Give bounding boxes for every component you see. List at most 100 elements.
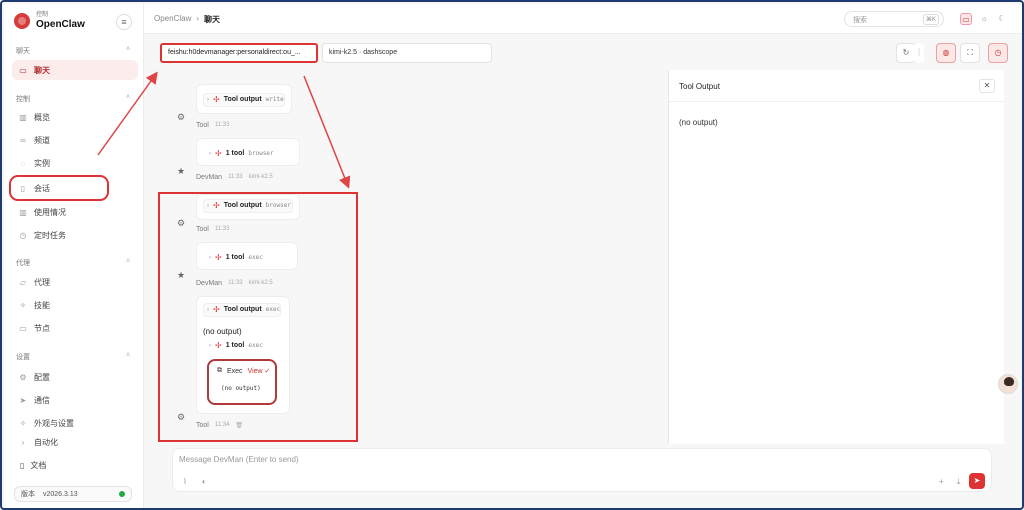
send-button[interactable]: ➤ — [969, 473, 985, 489]
chevron-up-icon[interactable]: ˄ — [126, 352, 130, 359]
search-placeholder: 搜索 — [853, 17, 867, 24]
history-button[interactable]: ◷ — [988, 43, 1008, 63]
message-time: 11:33 — [228, 174, 243, 180]
sparkle-icon: ✢ — [213, 95, 220, 104]
download-icon[interactable]: ⤓ — [957, 477, 961, 487]
sidebar-item-nodes[interactable]: ▭ 节点 — [12, 318, 138, 338]
close-button[interactable]: ✕ — [979, 79, 995, 93]
sidebar-item-label: 技能 — [34, 300, 50, 310]
brand-name: OpenClaw — [36, 19, 85, 30]
brand-subtitle: 控制 — [36, 12, 49, 18]
app-window: 控制 OpenClaw ≡ 聊天 ˄ ▭ 聊天 控制 ˄ ▥ 概览 ∞ 频道 ◌… — [0, 0, 1024, 510]
send-icon: ➤ — [973, 476, 981, 485]
section-label-control: 控制 — [16, 96, 30, 103]
sidebar-item-label: 频道 — [34, 135, 50, 145]
thinking-toggle-button[interactable]: ◍ — [936, 43, 956, 63]
sender-name: DevMan — [196, 174, 223, 181]
tool-call-label: 1 tool — [225, 150, 245, 157]
sun-icon[interactable]: ☼ — [978, 13, 990, 25]
microphone-icon[interactable]: ◖ — [201, 477, 206, 486]
link-icon: ∞ — [20, 135, 26, 145]
signal-icon: ◌ — [20, 158, 26, 168]
focus-icon: ⛶ — [967, 48, 973, 57]
sidebar-item-appearance[interactable]: ✧ 外观与设置 — [12, 413, 138, 433]
composer: ⌇ ◖ + ⤓ ➤ — [172, 448, 992, 492]
tool-arg: write — [265, 96, 284, 103]
chevron-up-icon[interactable]: ˄ — [126, 94, 130, 101]
folder-icon: ▱ — [19, 277, 27, 287]
sidebar-item-agents[interactable]: ▱ 代理 — [12, 272, 138, 292]
breadcrumb-separator: › — [196, 14, 200, 23]
sidebar-item-overview[interactable]: ▥ 概览 — [12, 107, 138, 127]
document-icon: ▯ — [20, 183, 26, 193]
clock-icon: ◷ — [19, 230, 27, 240]
sidebar-item-chat[interactable]: ▭ 聊天 — [12, 60, 138, 80]
tool-call-bubble: › ✢ 1 tool browser — [196, 138, 300, 166]
breadcrumb-root[interactable]: OpenClaw — [154, 14, 191, 25]
section-label-settings: 设置 — [16, 354, 30, 361]
docs-link[interactable]: ▯ 文档 — [20, 460, 46, 471]
sparkle-icon: ✢ — [215, 149, 222, 158]
chevron-up-icon[interactable]: ˄ — [126, 46, 130, 53]
hamburger-icon: ≡ — [121, 17, 127, 27]
brain-icon: ◍ — [942, 48, 950, 57]
version-value: v2026.3.13 — [43, 490, 78, 498]
breadcrumb: OpenClaw › 聊天 — [154, 14, 220, 25]
chevron-up-icon[interactable]: ˄ — [126, 258, 130, 265]
highlight-box — [158, 192, 358, 442]
send-icon: ➤ — [19, 395, 27, 405]
search-shortcut: ⌘K — [922, 14, 939, 25]
sender-name: Tool — [196, 122, 209, 129]
sidebar-item-skills[interactable]: ✧ 技能 — [12, 295, 138, 315]
clock-icon: ◷ — [994, 48, 1002, 57]
section-label-agents: 代理 — [16, 260, 30, 267]
sidebar-item-channels[interactable]: ∞ 频道 — [12, 130, 138, 150]
sidebar-toggle-button[interactable]: ≡ — [116, 14, 132, 30]
sidebar: 控制 OpenClaw ≡ 聊天 ˄ ▭ 聊天 控制 ˄ ▥ 概览 ∞ 频道 ◌… — [4, 4, 144, 508]
version-label: 版本 — [21, 491, 35, 498]
sidebar-item-label: 实例 — [34, 158, 50, 168]
version-badge: 版本 v2026.3.13 — [14, 486, 132, 502]
model-select[interactable]: kimi-k2.5 · dashscope — [322, 43, 492, 63]
moon-icon[interactable]: ☾ — [996, 13, 1008, 25]
plus-icon[interactable]: + — [939, 477, 944, 486]
chevron-right-icon: › — [207, 96, 209, 103]
message-meta: Tool 11:33 — [196, 122, 229, 129]
brand[interactable]: 控制 OpenClaw — [14, 12, 85, 30]
sidebar-item-cron[interactable]: ◷ 定时任务 — [12, 225, 138, 245]
openclaw-logo-icon — [14, 13, 30, 29]
refresh-icon: ↻ — [902, 48, 910, 57]
sparkle-icon: ✧ — [19, 418, 27, 428]
session-key-select[interactable]: feishu:h0devmanager:personaldirect:ou_..… — [160, 43, 318, 63]
assistant-helper-avatar[interactable] — [998, 374, 1018, 394]
focus-mode-button[interactable]: ⛶ — [960, 43, 980, 63]
breadcrumb-current: 聊天 — [204, 15, 221, 24]
sidebar-item-label: 聊天 — [34, 65, 50, 75]
sidebar-item-instances[interactable]: ◌ 实例 — [12, 153, 138, 173]
sidebar-item-label: 定时任务 — [34, 230, 66, 240]
status-dot — [119, 491, 125, 497]
refresh-button[interactable]: ↻ — [896, 43, 916, 63]
paperclip-icon[interactable]: ⌇ — [183, 477, 187, 486]
chevron-right-icon: › — [209, 150, 211, 157]
tool-call-pill[interactable]: › ✢ 1 tool browser — [209, 149, 274, 158]
sidebar-item-comms[interactable]: ➤ 通信 — [12, 390, 138, 410]
message-model: kimi-k2.5 — [248, 174, 273, 180]
sidebar-item-label: 代理 — [34, 277, 50, 287]
monitor-theme-icon[interactable]: ▭ — [960, 13, 972, 25]
tool-avatar-gear-icon: ⚙ — [176, 112, 186, 122]
chat-bubble-icon: ▭ — [19, 65, 27, 75]
session-bar: feishu:h0devmanager:personaldirect:ou_..… — [144, 36, 1022, 70]
sidebar-item-label: 外观与设置 — [34, 418, 74, 428]
sidebar-item-config[interactable]: ⚙ 配置 — [12, 367, 138, 387]
tool-output-bubble: › ✢ Tool output write — [196, 84, 292, 114]
sidebar-item-label: 使用情况 — [34, 207, 66, 217]
sidebar-item-usage[interactable]: ▥ 使用情况 — [12, 202, 138, 222]
top-bar: OpenClaw › 聊天 搜索 ⌘K ▭ ☼ ☾ — [144, 4, 1022, 34]
sidebar-item-sessions[interactable]: ▯ 会话 — [9, 175, 109, 201]
message-input[interactable] — [179, 455, 879, 464]
section-label-chat: 聊天 — [16, 48, 30, 55]
search-input[interactable]: 搜索 ⌘K — [844, 11, 944, 27]
toolbar-divider: | — [914, 43, 924, 63]
sidebar-item-automation[interactable]: › 自动化 — [12, 436, 138, 448]
